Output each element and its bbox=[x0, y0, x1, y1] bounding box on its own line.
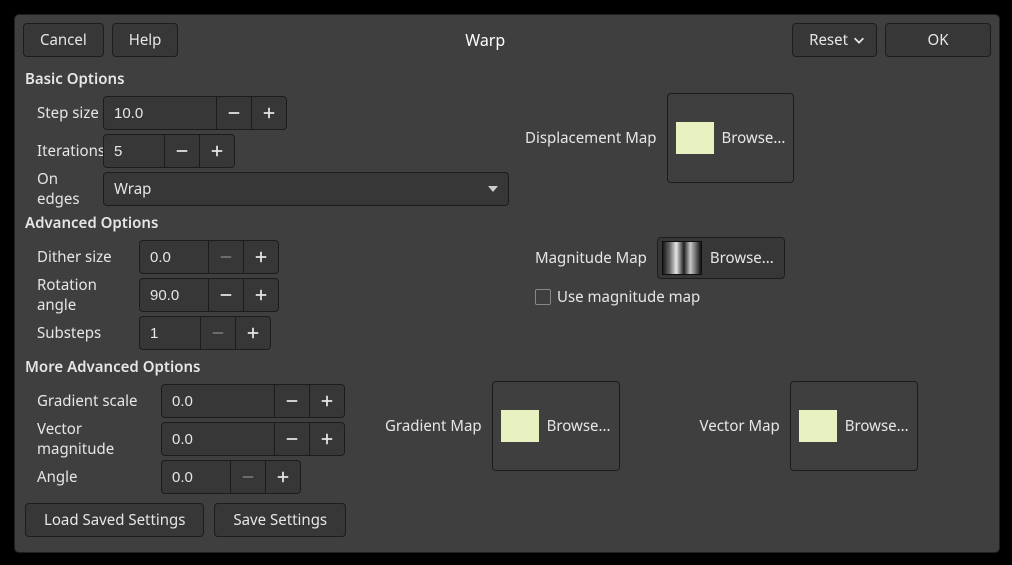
vector-magnitude-input[interactable] bbox=[161, 422, 274, 456]
titlebar: Cancel Help Warp Reset OK bbox=[15, 15, 999, 65]
step-size-input[interactable] bbox=[103, 96, 216, 130]
angle-spinner bbox=[161, 460, 301, 494]
on-edges-value: Wrap bbox=[114, 179, 488, 199]
browse-label: Browse... bbox=[547, 416, 611, 436]
gradient-map-frame: Browse... bbox=[492, 381, 620, 471]
magnitude-map-button[interactable]: Browse... bbox=[657, 237, 785, 279]
minus-button[interactable] bbox=[274, 422, 309, 456]
displacement-map-button[interactable]: Browse... bbox=[676, 122, 786, 154]
ok-button[interactable]: OK bbox=[885, 23, 991, 57]
vector-map-label: Vector Map bbox=[700, 416, 780, 436]
browse-label: Browse... bbox=[710, 248, 774, 268]
dialog-body: Basic Options Step size Iterations bbox=[15, 69, 999, 547]
dialog-warp: Cancel Help Warp Reset OK Basic Options … bbox=[14, 14, 1000, 553]
step-size-spinner bbox=[103, 96, 287, 130]
plus-button[interactable] bbox=[235, 316, 271, 350]
browse-label: Browse... bbox=[845, 416, 909, 436]
vector-magnitude-label: Vector magnitude bbox=[37, 419, 161, 459]
basic-section-label: Basic Options bbox=[25, 69, 993, 89]
advanced-section-label: Advanced Options bbox=[25, 213, 993, 233]
rotation-angle-label: Rotation angle bbox=[37, 275, 139, 315]
plus-button[interactable] bbox=[309, 422, 345, 456]
vector-map-frame: Browse... bbox=[790, 381, 918, 471]
reset-button[interactable]: Reset bbox=[792, 23, 877, 57]
gradient-map-button[interactable]: Browse... bbox=[501, 410, 611, 442]
plus-button[interactable] bbox=[199, 134, 235, 168]
angle-label: Angle bbox=[37, 467, 161, 487]
chevron-down-icon bbox=[852, 33, 866, 47]
gradient-map-label: Gradient Map bbox=[385, 416, 482, 436]
minus-button[interactable] bbox=[208, 240, 243, 274]
save-settings-button[interactable]: Save Settings bbox=[214, 503, 346, 537]
minus-button[interactable] bbox=[230, 460, 265, 494]
dialog-title: Warp bbox=[178, 29, 792, 51]
minus-button[interactable] bbox=[216, 96, 251, 130]
save-label: Save Settings bbox=[233, 510, 327, 530]
gradient-scale-spinner bbox=[161, 384, 345, 418]
displacement-thumbnail bbox=[676, 122, 714, 154]
displacement-map-frame: Browse... bbox=[667, 93, 795, 183]
dropdown-triangle-icon bbox=[488, 186, 498, 192]
minus-button[interactable] bbox=[274, 384, 309, 418]
on-edges-label: On edges bbox=[37, 169, 103, 209]
ok-label: OK bbox=[927, 30, 948, 50]
dither-size-spinner bbox=[139, 240, 279, 274]
substeps-label: Substeps bbox=[37, 323, 139, 343]
browse-label: Browse... bbox=[722, 128, 786, 148]
gradient-scale-input[interactable] bbox=[161, 384, 274, 418]
cancel-button[interactable]: Cancel bbox=[23, 23, 104, 57]
help-label: Help bbox=[129, 30, 162, 50]
load-saved-settings-button[interactable]: Load Saved Settings bbox=[25, 503, 204, 537]
plus-button[interactable] bbox=[243, 278, 279, 312]
load-label: Load Saved Settings bbox=[44, 510, 185, 530]
checkbox-box bbox=[535, 289, 551, 305]
vector-magnitude-spinner bbox=[161, 422, 345, 456]
vector-map-button[interactable]: Browse... bbox=[799, 410, 909, 442]
plus-button[interactable] bbox=[251, 96, 287, 130]
plus-button[interactable] bbox=[265, 460, 301, 494]
substeps-input[interactable] bbox=[139, 316, 200, 350]
substeps-spinner bbox=[139, 316, 271, 350]
dither-size-label: Dither size bbox=[37, 247, 139, 267]
help-button[interactable]: Help bbox=[112, 23, 179, 57]
gradient-scale-label: Gradient scale bbox=[37, 391, 161, 411]
step-size-label: Step size bbox=[37, 103, 103, 123]
vector-thumbnail bbox=[799, 410, 837, 442]
iterations-label: Iterations bbox=[37, 141, 103, 161]
on-edges-select[interactable]: Wrap bbox=[103, 172, 509, 206]
plus-button[interactable] bbox=[309, 384, 345, 418]
rotation-angle-spinner bbox=[139, 278, 279, 312]
iterations-spinner bbox=[103, 134, 235, 168]
reset-label: Reset bbox=[809, 30, 848, 50]
rotation-angle-input[interactable] bbox=[139, 278, 208, 312]
iterations-input[interactable] bbox=[103, 134, 164, 168]
plus-button[interactable] bbox=[243, 240, 279, 274]
use-magnitude-map-checkbox[interactable]: Use magnitude map bbox=[535, 287, 700, 307]
angle-input[interactable] bbox=[161, 460, 230, 494]
magnitude-map-label: Magnitude Map bbox=[535, 248, 647, 268]
minus-button[interactable] bbox=[208, 278, 243, 312]
displacement-map-label: Displacement Map bbox=[525, 128, 657, 148]
dither-size-input[interactable] bbox=[139, 240, 208, 274]
minus-button[interactable] bbox=[200, 316, 235, 350]
minus-button[interactable] bbox=[164, 134, 199, 168]
more-section-label: More Advanced Options bbox=[25, 357, 993, 377]
use-magnitude-map-label: Use magnitude map bbox=[557, 287, 700, 307]
cancel-label: Cancel bbox=[40, 30, 87, 50]
magnitude-thumbnail bbox=[662, 241, 702, 275]
gradient-thumbnail bbox=[501, 410, 539, 442]
